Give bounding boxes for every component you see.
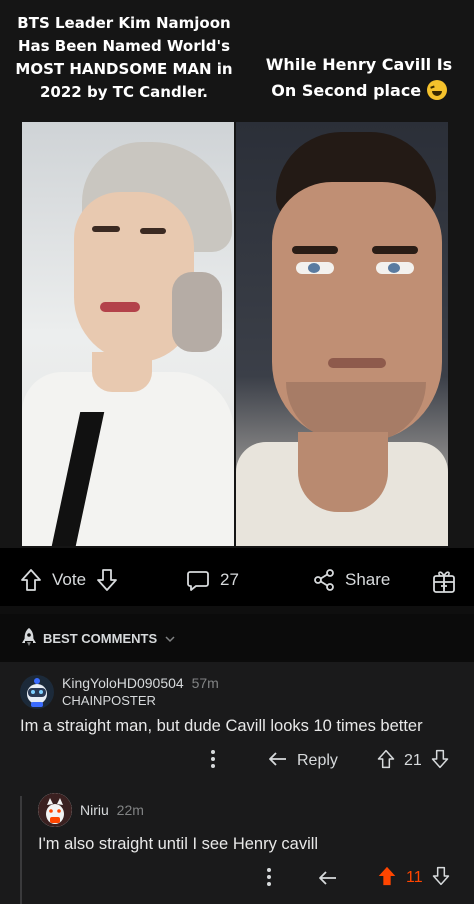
eyebrow: [292, 246, 338, 254]
iris: [308, 263, 320, 273]
comment-bubble-icon: [186, 568, 210, 592]
eyebrow: [372, 246, 418, 254]
comment-username[interactable]: Niriu 22m: [80, 802, 144, 818]
post-action-bar: Vote 27 Share: [0, 556, 474, 606]
comment-vote-group: 21: [376, 749, 450, 774]
user-flair: CHAINPOSTER: [62, 693, 156, 708]
eye: [140, 228, 166, 234]
comment-count: 27: [220, 570, 239, 589]
eye: [92, 226, 120, 232]
upvote-active-icon[interactable]: [376, 865, 398, 892]
avatar[interactable]: [20, 675, 54, 709]
reply-arrow-icon: [268, 751, 288, 772]
section-divider: [0, 606, 474, 614]
hair-side: [172, 272, 222, 352]
chevron-down-icon: [165, 631, 175, 646]
comment-username[interactable]: KingYoloHD090504 57m: [62, 675, 219, 691]
caption-left-line: BTS Leader Kim Namjoon: [17, 14, 231, 32]
lips: [100, 302, 140, 312]
reply-button[interactable]: Reply: [268, 750, 338, 772]
sort-label: BEST COMMENTS: [43, 630, 158, 646]
comment-timestamp: 57m: [191, 675, 219, 691]
thread-line[interactable]: [20, 796, 22, 904]
caption-right-line: On Second place: [271, 81, 422, 100]
rocket-icon: [20, 627, 38, 650]
username-text: Niriu: [80, 802, 109, 818]
reply-arrow-icon: [318, 870, 338, 891]
caption-left: BTS Leader Kim Namjoon Has Been Named Wo…: [8, 12, 240, 104]
neck: [298, 432, 388, 512]
award-button[interactable]: [432, 568, 456, 594]
downvote-icon[interactable]: [431, 866, 451, 891]
reply-button[interactable]: [318, 870, 338, 890]
neck: [92, 352, 152, 392]
comment-body: I'm also straight until I see Henry cavi…: [38, 835, 319, 853]
avatar[interactable]: [38, 793, 72, 827]
gift-award-icon: [432, 568, 456, 594]
comment-timestamp: 22m: [116, 802, 144, 818]
comment-actions: [210, 749, 216, 774]
share-label: Share: [345, 570, 391, 589]
comment-actions: [266, 867, 272, 892]
iris: [388, 263, 400, 273]
upvote-icon[interactable]: [376, 749, 396, 774]
username-text: KingYoloHD090504: [62, 675, 184, 691]
lips: [328, 358, 386, 368]
white-jacket: [22, 372, 234, 546]
vote-label: Vote: [52, 570, 87, 589]
downvote-icon[interactable]: [96, 568, 118, 592]
caption-left-line: MOST HANDSOME MAN in: [15, 60, 233, 78]
more-options-icon[interactable]: [210, 749, 216, 774]
comment-score: 21: [404, 752, 422, 769]
comment-sort-button[interactable]: BEST COMMENTS: [0, 614, 474, 662]
share-icon: [312, 568, 336, 592]
caption-left-line: Has Been Named World's: [17, 37, 231, 55]
downvote-icon[interactable]: [430, 749, 450, 774]
comment-vote-group: 11: [376, 866, 451, 890]
caption-right: While Henry Cavill Is On Second place: [246, 52, 472, 104]
comment-score: 11: [406, 869, 423, 886]
caption-left-line: 2022 by TC Candler.: [40, 83, 208, 101]
more-options-icon[interactable]: [266, 867, 272, 892]
photo-namjoon: [22, 122, 234, 546]
laughing-face-emoji-icon: [426, 79, 447, 100]
comments-button[interactable]: 27: [186, 568, 239, 592]
vote-group: Vote: [20, 568, 118, 592]
caption-right-line: While Henry Cavill Is: [265, 55, 453, 74]
photo-henry-cavill: [236, 122, 448, 546]
share-button[interactable]: Share: [312, 568, 390, 592]
upvote-icon[interactable]: [20, 568, 42, 592]
post-image[interactable]: BTS Leader Kim Namjoon Has Been Named Wo…: [0, 0, 474, 548]
comment-body: Im a straight man, but dude Cavill looks…: [20, 717, 423, 735]
reply-label: Reply: [297, 752, 338, 769]
